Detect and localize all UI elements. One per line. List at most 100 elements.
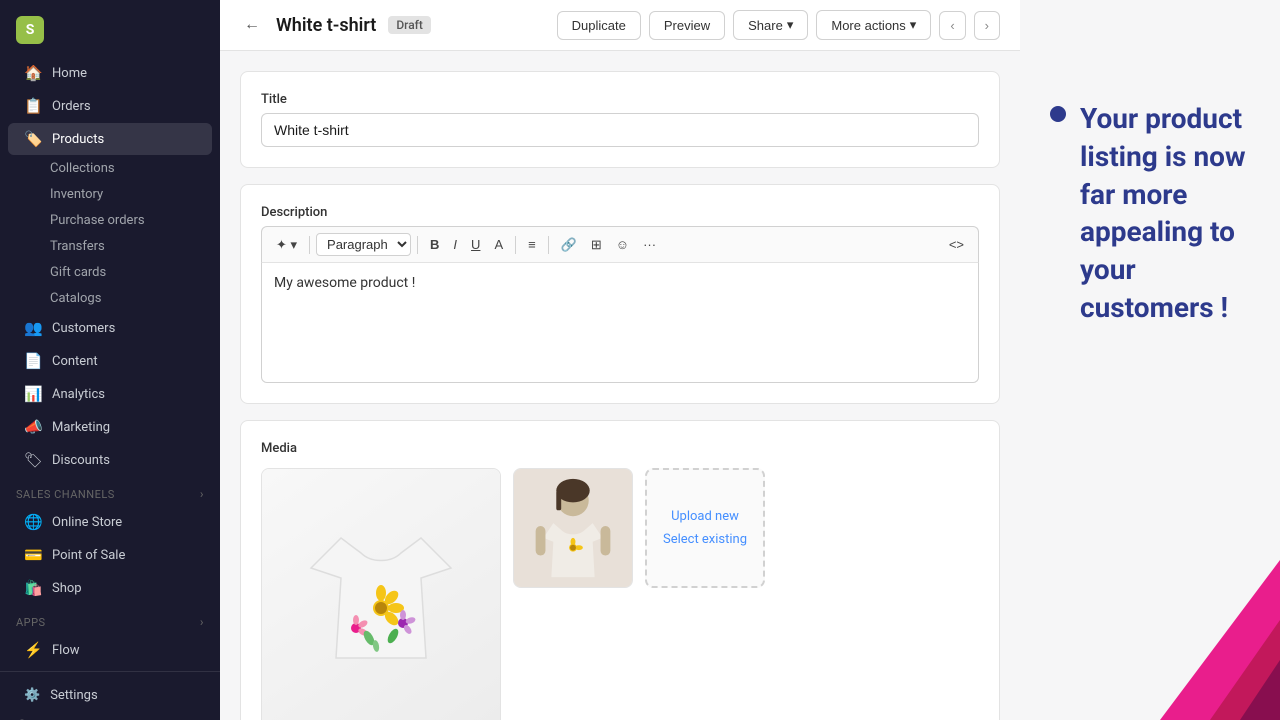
sidebar-item-shop-label: Shop xyxy=(52,581,82,596)
shopify-icon: S xyxy=(16,16,44,44)
draft-badge: Draft xyxy=(388,16,431,34)
nav-prev-button[interactable]: ‹ xyxy=(939,11,965,40)
sidebar-item-discounts-label: Discounts xyxy=(52,453,110,468)
toolbar-format-btn[interactable]: ✦ ▾ xyxy=(270,234,303,256)
toolbar-sep-3 xyxy=(515,236,516,254)
description-editor[interactable]: My awesome product ! xyxy=(261,263,979,383)
sidebar-item-analytics-label: Analytics xyxy=(52,387,105,402)
sales-channels-label: Sales channels › xyxy=(0,477,220,505)
page-title: White t-shirt xyxy=(276,15,376,36)
non-transferable-item: ⓘ Non-transferable xyxy=(0,711,220,720)
marketing-icon: 📣 xyxy=(24,418,42,436)
link-button[interactable]: 🔗 xyxy=(555,234,583,256)
sidebar-sub-products: Collections Inventory Purchase orders Tr… xyxy=(0,156,220,311)
description-label: Description xyxy=(261,205,979,220)
sidebar-nav: 🏠 Home 📋 Orders 🏷️ Products Collections … xyxy=(0,52,220,671)
sidebar-item-online-store-label: Online Store xyxy=(52,515,122,530)
shop-icon: 🛍️ xyxy=(24,579,42,597)
media-item-model[interactable] xyxy=(513,468,633,588)
paragraph-select[interactable]: Paragraph xyxy=(316,233,411,256)
sidebar-settings[interactable]: ⚙️ Settings xyxy=(8,681,212,710)
deco-triangles xyxy=(1040,560,1280,720)
sidebar-item-products-label: Products xyxy=(52,132,104,147)
sidebar-item-home-label: Home xyxy=(52,66,87,81)
share-button[interactable]: Share ▾ xyxy=(733,10,808,40)
sidebar-item-content[interactable]: 📄 Content xyxy=(8,345,212,377)
sidebar-item-home[interactable]: 🏠 Home xyxy=(8,57,212,89)
orders-icon: 📋 xyxy=(24,97,42,115)
product-form: Title Description ✦ ▾ Paragraph B I U A xyxy=(220,51,1020,720)
code-button[interactable]: <> xyxy=(943,234,970,255)
more-actions-button[interactable]: More actions ▾ xyxy=(816,10,931,40)
select-existing-link[interactable]: Select existing xyxy=(663,532,747,547)
discounts-icon: 🏷 xyxy=(24,451,42,469)
nav-next-button[interactable]: › xyxy=(974,11,1000,40)
deco-svg xyxy=(1040,560,1280,720)
sidebar-item-marketing-label: Marketing xyxy=(52,420,110,435)
sidebar-item-products[interactable]: 🏷️ Products xyxy=(8,123,212,155)
sidebar-item-discounts[interactable]: 🏷 Discounts xyxy=(8,444,212,476)
sidebar-item-customers-label: Customers xyxy=(52,321,115,336)
sidebar-item-marketing[interactable]: 📣 Marketing xyxy=(8,411,212,443)
media-upload-area[interactable]: Upload new Select existing xyxy=(645,468,765,588)
table-button[interactable]: ⊞ xyxy=(585,234,608,256)
apps-chevron-icon: › xyxy=(200,615,204,629)
promo-container: Your product listing is now far more app… xyxy=(1050,100,1250,327)
bold-button[interactable]: B xyxy=(424,234,445,255)
sidebar-item-orders[interactable]: 📋 Orders xyxy=(8,90,212,122)
sidebar-item-flow-label: Flow xyxy=(52,643,80,658)
title-label: Title xyxy=(261,92,979,107)
sidebar: S 🏠 Home 📋 Orders 🏷️ Products Collection… xyxy=(0,0,220,720)
text-color-button[interactable]: A xyxy=(488,234,509,255)
online-store-icon: 🌐 xyxy=(24,513,42,531)
duplicate-button[interactable]: Duplicate xyxy=(557,11,641,40)
description-card: Description ✦ ▾ Paragraph B I U A ≡ 🔗 xyxy=(240,184,1000,404)
emoji-button[interactable]: ☺ xyxy=(610,234,635,255)
upload-new-link[interactable]: Upload new xyxy=(671,509,739,524)
sidebar-item-transfers[interactable]: Transfers xyxy=(42,234,220,259)
floral-tshirt-svg xyxy=(281,498,481,698)
toolbar-sep-2 xyxy=(417,236,418,254)
flow-icon: ⚡ xyxy=(24,641,42,659)
promo-text: Your product listing is now far more app… xyxy=(1080,100,1250,327)
content-icon: 📄 xyxy=(24,352,42,370)
sidebar-item-catalogs[interactable]: Catalogs xyxy=(42,286,220,311)
sidebar-item-purchase-orders[interactable]: Purchase orders xyxy=(42,208,220,233)
customers-icon: 👥 xyxy=(24,319,42,337)
sidebar-item-flow[interactable]: ⚡ Flow xyxy=(8,634,212,666)
toolbar-sep-4 xyxy=(548,236,549,254)
more-button[interactable]: ··· xyxy=(637,234,662,255)
pos-icon: 💳 xyxy=(24,546,42,564)
back-button[interactable]: ← xyxy=(240,14,264,36)
align-button[interactable]: ≡ xyxy=(522,234,542,255)
media-label: Media xyxy=(261,441,979,456)
sidebar-item-customers[interactable]: 👥 Customers xyxy=(8,312,212,344)
sidebar-item-collections[interactable]: Collections xyxy=(42,156,220,181)
editor-panel: ← White t-shirt Draft Duplicate Preview … xyxy=(220,0,1020,720)
underline-button[interactable]: U xyxy=(465,234,486,255)
media-item-floral[interactable] xyxy=(261,468,501,720)
italic-button[interactable]: I xyxy=(447,234,463,255)
sidebar-item-shop[interactable]: 🛍️ Shop xyxy=(8,572,212,604)
sidebar-item-gift-cards[interactable]: Gift cards xyxy=(42,260,220,285)
description-toolbar: ✦ ▾ Paragraph B I U A ≡ 🔗 ⊞ ☺ · xyxy=(261,226,979,263)
right-panel: Your product listing is now far more app… xyxy=(1020,0,1280,720)
more-chevron-icon: ▾ xyxy=(910,17,917,33)
toolbar-sep-1 xyxy=(309,236,310,254)
sidebar-item-analytics[interactable]: 📊 Analytics xyxy=(8,378,212,410)
title-card: Title xyxy=(240,71,1000,168)
promo-bullet xyxy=(1050,106,1066,122)
topbar-actions: Duplicate Preview Share ▾ More actions ▾… xyxy=(557,10,1000,40)
model-svg xyxy=(514,468,632,588)
sidebar-item-online-store[interactable]: 🌐 Online Store xyxy=(8,506,212,538)
sidebar-item-pos[interactable]: 💳 Point of Sale xyxy=(8,539,212,571)
preview-button[interactable]: Preview xyxy=(649,11,725,40)
topbar: ← White t-shirt Draft Duplicate Preview … xyxy=(220,0,1020,51)
media-grid: Upload new Select existing xyxy=(261,468,979,720)
sidebar-logo: S xyxy=(0,0,220,52)
settings-label: Settings xyxy=(50,688,97,703)
media-card: Media xyxy=(240,420,1000,720)
title-input[interactable] xyxy=(261,113,979,147)
sidebar-item-inventory[interactable]: Inventory xyxy=(42,182,220,207)
share-chevron-icon: ▾ xyxy=(787,17,794,33)
